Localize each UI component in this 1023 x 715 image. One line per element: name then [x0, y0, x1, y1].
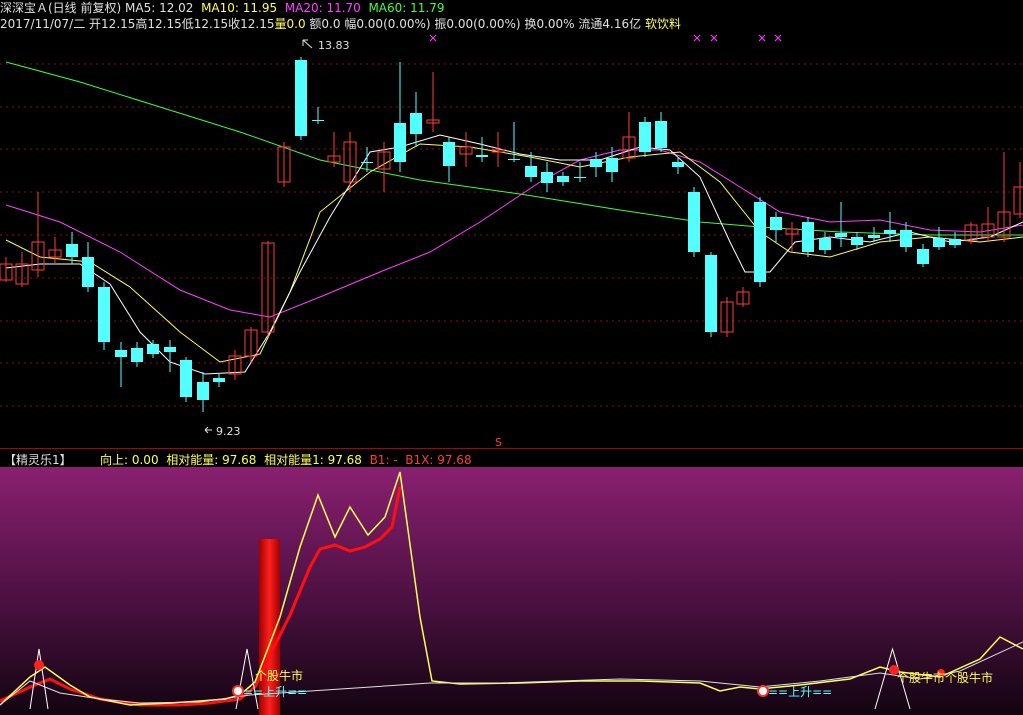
- quote-volume-label: 量: [274, 17, 287, 31]
- signal-crosses: [429, 34, 782, 42]
- cross-icon: [429, 34, 437, 42]
- candle-body-down: [868, 235, 880, 238]
- quote-high: 高12.15: [135, 17, 182, 31]
- quote-low: 低12.15: [181, 17, 229, 31]
- candle-body-down: [361, 162, 373, 163]
- candle-body-down: [525, 166, 537, 177]
- candle-body-down: [131, 348, 143, 362]
- cross-icon: [710, 34, 718, 42]
- ma60-value: MA60: 11.79: [368, 1, 445, 15]
- cross-icon: [758, 34, 766, 42]
- quote-open: 开12.15: [89, 17, 136, 31]
- indicator-b1: B1: -: [369, 453, 398, 467]
- low-pointer-icon: [204, 426, 212, 434]
- candle-body-down: [949, 239, 961, 245]
- candle-body-down: [213, 378, 225, 382]
- high-price-label: 13.83: [318, 39, 350, 52]
- candle-body-down: [770, 217, 782, 230]
- ma-path: [5, 134, 1023, 375]
- sell-marker: S: [495, 436, 502, 448]
- cross-icon: [774, 34, 782, 42]
- quote-sector[interactable]: 软饮料: [645, 17, 681, 31]
- indicator-chart[interactable]: 个股牛市 个股牛市 个股牛市 ==上升== ==上升==: [0, 467, 1023, 715]
- candle-body-down: [312, 120, 324, 121]
- candle-body-down: [933, 238, 945, 247]
- candle-body-down: [851, 237, 863, 245]
- indicator-title[interactable]: 【精灵乐1】: [4, 451, 72, 468]
- low-price-label: 9.23: [216, 425, 241, 438]
- candlestick-chart[interactable]: 13.83 9.23 S: [0, 32, 1023, 448]
- ma5-line: [5, 134, 1023, 375]
- candle-body-down: [639, 122, 651, 152]
- quote-amplitude: 振0.00(0.00%): [434, 17, 521, 31]
- candle-body-down: [410, 113, 422, 134]
- candle-body-down: [147, 344, 159, 354]
- bull-market-label: 个股牛市: [255, 668, 303, 683]
- rise-label: ==上升==: [768, 685, 832, 699]
- signal-dot-icon: [34, 660, 44, 670]
- candle-body-down: [917, 249, 929, 264]
- candle-body-up: [1013, 186, 1023, 215]
- candle-body-down: [443, 142, 455, 166]
- candle-body-down: [508, 159, 520, 160]
- candle-body-down: [295, 60, 307, 136]
- indicator-b1x: B1X: 97.68: [405, 453, 472, 467]
- candle-body-down: [705, 255, 717, 332]
- candle-body-down: [655, 121, 667, 148]
- candle-body-down: [688, 192, 700, 252]
- quote-float: 流通4.16亿: [578, 17, 642, 31]
- candle-body-down: [180, 360, 192, 397]
- candle-body-down: [394, 123, 406, 162]
- rise-label: ==上升==: [243, 685, 307, 699]
- quote-volume: 0.0: [286, 17, 306, 31]
- candle-body-down: [197, 382, 209, 400]
- quote-amount: 额0.0: [309, 17, 341, 31]
- ma10-line: [5, 143, 1023, 363]
- ma10-value: MA10: 11.95: [201, 1, 278, 15]
- indicator-up: 向上: 0.00: [100, 453, 159, 467]
- candle-body-down: [819, 238, 831, 250]
- candle-body-down: [590, 159, 602, 167]
- candle-body-down: [66, 244, 78, 257]
- indicator-header: 【精灵乐1】 向上: 0.00 相对能量: 97.68 相对能量1: 97.68…: [0, 448, 1023, 468]
- quote-close: 收12.15: [228, 17, 275, 31]
- bull-market-label: 个股牛市: [897, 670, 945, 685]
- candle-body-down: [900, 230, 912, 247]
- ma-path: [5, 143, 1023, 363]
- ma20-value: MA20: 11.70: [284, 1, 361, 15]
- candle-body-down: [606, 158, 618, 172]
- candle-body-down: [476, 155, 488, 157]
- candle-body-down: [557, 176, 569, 182]
- stock-name[interactable]: 深深宝Ａ(日线 前复权): [0, 1, 121, 15]
- cross-icon: [693, 34, 701, 42]
- quote-change: 幅0.00(0.00%): [344, 17, 431, 31]
- quote-date: 2017/11/07/二: [0, 17, 86, 31]
- candle-body-down: [115, 350, 127, 357]
- quote-turnover: 换0.00%: [524, 17, 575, 31]
- candle-body-down: [574, 177, 586, 178]
- indicator-energy: 相对能量: 97.68: [166, 453, 257, 467]
- bull-market-label: 个股牛市: [945, 670, 993, 685]
- ma5-value: MA5: 12.02: [125, 1, 194, 15]
- candle-body-down: [672, 162, 684, 167]
- candle-body-down: [884, 230, 896, 234]
- indicator-energy1: 相对能量1: 97.68: [264, 453, 362, 467]
- candle-body-down: [754, 202, 766, 282]
- chart-header-quote: 2017/11/07/二 开12.15高12.15低12.15收12.15量0.…: [0, 17, 681, 32]
- candle-body-down: [98, 287, 110, 342]
- candle-body-down: [541, 172, 553, 183]
- candle-body-down: [82, 257, 94, 287]
- candle-body-down: [802, 222, 814, 252]
- candle-body-down: [164, 347, 176, 352]
- chart-header-ma: 深深宝Ａ(日线 前复权) MA5: 12.02 MA10: 11.95 MA20…: [0, 1, 445, 16]
- candle-body-down: [835, 233, 847, 237]
- rise-marker-icon: [757, 685, 769, 697]
- indicator-background: [0, 467, 1023, 715]
- rise-marker-icon: [232, 685, 244, 697]
- high-pointer-icon: [302, 39, 313, 49]
